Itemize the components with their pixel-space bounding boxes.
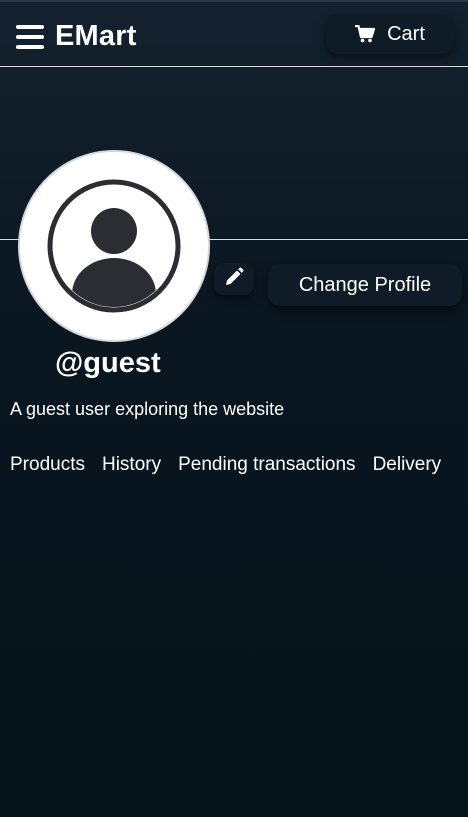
- user-bio: A guest user exploring the website: [10, 399, 285, 419]
- change-profile-button[interactable]: Change Profile: [268, 264, 462, 306]
- tab-history[interactable]: History: [102, 454, 161, 476]
- tab-products[interactable]: Products: [10, 454, 85, 476]
- profile-page: EMart Cart Change Profile @guest A guest…: [0, 0, 468, 817]
- cart-label: Cart: [387, 22, 425, 45]
- profile-tabs: Products History Pending transactions De…: [10, 454, 441, 476]
- edit-avatar-button[interactable]: [214, 263, 254, 295]
- username: @guest: [55, 347, 161, 379]
- shopping-cart-icon: [355, 25, 376, 43]
- tab-pending-transactions[interactable]: Pending transactions: [178, 454, 355, 476]
- top-nav-bar: EMart Cart: [0, 0, 468, 67]
- hamburger-menu-icon[interactable]: [16, 25, 44, 49]
- tab-delivery[interactable]: Delivery: [373, 454, 442, 476]
- user-avatar-icon: [20, 152, 208, 340]
- cart-button[interactable]: Cart: [326, 14, 454, 54]
- brand-logo-text[interactable]: EMart: [55, 20, 137, 53]
- pencil-icon: [224, 267, 244, 292]
